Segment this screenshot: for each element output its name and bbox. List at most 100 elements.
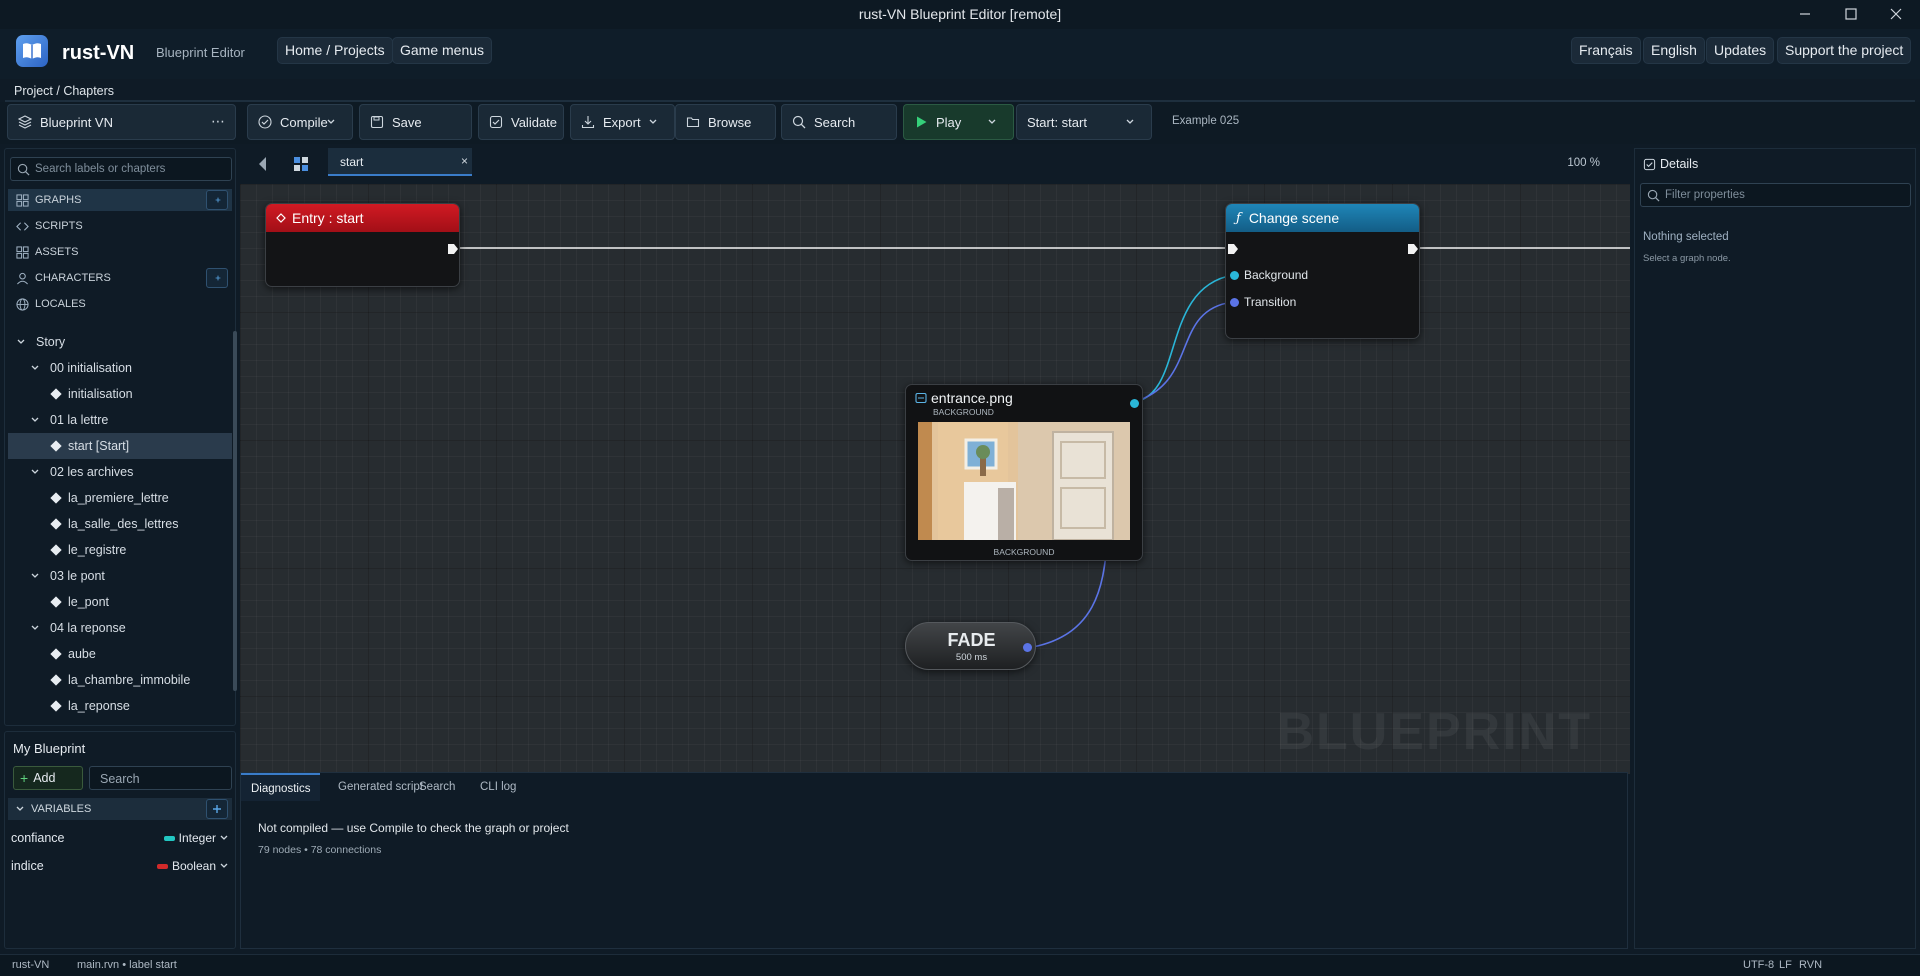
chevron-down-icon[interactable] (987, 117, 997, 127)
close-tab-icon[interactable]: × (461, 154, 468, 168)
browse-button[interactable]: Browse (675, 104, 776, 140)
add-graphs-button[interactable] (206, 190, 228, 210)
support-project-button[interactable]: Support the project (1777, 37, 1912, 64)
status-app: rust-VN (12, 959, 50, 971)
tree-label-item[interactable]: le_registre (8, 537, 232, 563)
variable-row[interactable]: indice Boolean (11, 854, 233, 878)
search-button[interactable]: Search (781, 104, 897, 140)
status-encoding[interactable]: UTF-8 (1743, 959, 1774, 971)
image-output-pin[interactable] (1130, 399, 1139, 408)
close-icon[interactable] (1888, 6, 1904, 22)
project-selector[interactable]: Blueprint VN ⋯ (7, 104, 236, 140)
sidebar-item-scripts[interactable]: SCRIPTS (8, 215, 232, 237)
game-menus-button[interactable]: Game menus (392, 37, 493, 64)
image-asset-node[interactable]: entrance.png BACKGROUND BACKGROUND (905, 384, 1143, 561)
save-button[interactable]: Save (359, 104, 472, 140)
sidebar-item-label: SCRIPTS (35, 220, 83, 232)
tree-folder[interactable]: 00 initialisation (8, 355, 232, 381)
tree-folder[interactable]: Story (8, 329, 232, 355)
sidebar-item-graphs[interactable]: GRAPHS (8, 189, 232, 211)
home-projects-button[interactable]: Home / Projects (277, 37, 393, 64)
app-subtitle: Blueprint Editor (156, 45, 245, 60)
variable-type-select[interactable]: Integer (163, 831, 229, 845)
chevron-down-icon[interactable] (16, 337, 26, 347)
tree-label-item[interactable]: aube (8, 641, 232, 667)
variables-header[interactable]: VARIABLES (8, 798, 232, 820)
validate-button[interactable]: Validate (478, 104, 564, 140)
search-icon (17, 163, 30, 176)
variables-label: VARIABLES (31, 803, 92, 815)
sidebar-item-characters[interactable]: CHARACTERS (8, 267, 232, 289)
back-arrow-icon[interactable] (256, 155, 268, 173)
transition-pin[interactable] (1230, 298, 1239, 307)
fade-output-pin[interactable] (1023, 643, 1032, 652)
tree-label-item[interactable]: la_premiere_lettre (8, 485, 232, 511)
status-file[interactable]: main.rvn • label start (77, 959, 177, 971)
chevron-down-icon[interactable] (30, 363, 40, 373)
sidebar-scrollbar[interactable] (233, 331, 237, 691)
sidebar-item-locales[interactable]: LOCALES (8, 293, 232, 315)
sidebar-item-assets[interactable]: ASSETS (8, 241, 232, 263)
tree-folder[interactable]: 04 la reponse (8, 615, 232, 641)
export-button[interactable]: Export (570, 104, 675, 140)
chevron-down-icon[interactable] (30, 623, 40, 633)
tree-folder[interactable]: 01 la lettre (8, 407, 232, 433)
minimize-icon[interactable] (1797, 6, 1813, 22)
graph-canvas[interactable]: Entry : start ƒ Change scene Background … (240, 184, 1630, 774)
entry-node[interactable]: Entry : start (265, 203, 460, 287)
exec-in-pin-icon[interactable] (1227, 243, 1239, 255)
image-node-footer: BACKGROUND (993, 547, 1055, 557)
app-logo-icon (16, 35, 48, 67)
add-button[interactable]: + Add (13, 766, 83, 790)
status-eol[interactable]: LF (1779, 959, 1792, 971)
chevron-down-icon[interactable] (648, 117, 658, 127)
maximize-icon[interactable] (1843, 6, 1859, 22)
tree-folder[interactable]: 02 les archives (8, 459, 232, 485)
tree-label-item[interactable]: le_pont (8, 589, 232, 615)
tab-start[interactable]: start × (328, 148, 472, 176)
exec-out-pin-icon[interactable] (1407, 243, 1419, 255)
tree-label-item[interactable]: la_chambre_immobile (8, 667, 232, 693)
chevron-down-icon[interactable] (30, 415, 40, 425)
breadcrumb-text[interactable]: Project / Chapters (14, 84, 114, 98)
variable-type-select[interactable]: Boolean (156, 859, 229, 873)
layout-grid-icon[interactable] (293, 156, 309, 172)
tree-folder[interactable]: 03 le pont (8, 563, 232, 589)
lang-english-button[interactable]: English (1643, 37, 1705, 64)
blueprint-search-input[interactable]: Search (89, 766, 232, 790)
filter-properties-input[interactable]: Filter properties (1640, 183, 1911, 207)
change-scene-node[interactable]: ƒ Change scene Background Transition (1225, 203, 1420, 339)
background-pin[interactable] (1230, 271, 1239, 280)
status-language[interactable]: RVN (1799, 959, 1822, 971)
updates-button[interactable]: Updates (1706, 37, 1775, 64)
project-name: Blueprint VN (40, 114, 113, 130)
chevron-down-icon[interactable] (326, 117, 336, 127)
label-diamond-icon (50, 700, 62, 712)
play-button[interactable]: Play (903, 104, 1014, 140)
lang-french-button[interactable]: Français (1571, 37, 1641, 64)
bottom-tab-search[interactable]: Search (409, 773, 465, 801)
fade-node[interactable]: FADE 500 ms (905, 622, 1036, 670)
add-variable-button[interactable] (206, 799, 228, 819)
background-wire[interactable] (1133, 274, 1234, 403)
tree-label-item[interactable]: la_reponse (8, 693, 232, 719)
chevron-down-icon[interactable] (30, 571, 40, 581)
sidebar-search-input[interactable]: Search labels or chapters (10, 157, 232, 181)
tree-label-item[interactable]: la_salle_des_lettres (8, 511, 232, 537)
exec-out-pin-icon[interactable] (447, 243, 459, 255)
tree-label-item[interactable]: initialisation (8, 381, 232, 407)
chevron-down-icon[interactable] (30, 467, 40, 477)
tree-label-item[interactable]: start [Start] (8, 433, 232, 459)
more-icon[interactable]: ⋯ (211, 113, 225, 130)
transition-pin-label: Transition (1244, 295, 1297, 309)
change-scene-title: Change scene (1248, 210, 1340, 226)
bottom-tab-diagnostics[interactable]: Diagnostics (241, 773, 321, 801)
nothing-selected-title: Nothing selected (1643, 231, 1729, 243)
bottom-tab-cli-log[interactable]: CLI log (470, 773, 526, 801)
image-node-subtitle: BACKGROUND (933, 407, 994, 417)
zoom-level[interactable]: 100 % (1567, 157, 1600, 169)
variable-row[interactable]: confiance Integer (11, 826, 233, 850)
start-label-select[interactable]: Start: start (1016, 104, 1152, 140)
compile-button[interactable]: Compile (247, 104, 353, 140)
add-characters-button[interactable] (206, 268, 228, 288)
